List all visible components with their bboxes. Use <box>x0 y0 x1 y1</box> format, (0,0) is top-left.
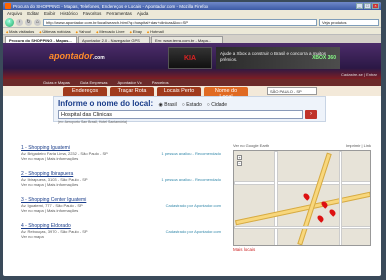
state-select[interactable]: SÃO PAULO - SP <box>267 87 317 95</box>
maximize-button[interactable]: □ <box>364 3 371 9</box>
subnav-item[interactable]: Apontador Vc <box>117 80 141 85</box>
search-panel: Informe o nome do local: Brasil Estado C… <box>53 96 326 124</box>
home-button[interactable]: ⌂ <box>34 18 41 26</box>
scope-radios: Brasil Estado Cidade <box>159 102 227 108</box>
subnav-item[interactable]: Parceiros <box>152 80 169 85</box>
address-bar[interactable]: http://www.apontador.com.br/local/search… <box>43 18 317 26</box>
tab-enderecos[interactable]: Endereços <box>63 87 107 96</box>
zoom-in-button[interactable]: + <box>237 155 242 160</box>
menu-item[interactable]: Exibir <box>44 11 55 16</box>
site-subnav: Guias e Mapas Guia Empresas Apontador Vc… <box>3 79 381 86</box>
map-view[interactable]: + − <box>233 150 371 246</box>
site-header: apontador.com KIA Ajude a Xbox a constru… <box>3 43 381 79</box>
zoom-control: + − <box>237 155 242 166</box>
menu-item[interactable]: Ferramentas <box>106 11 132 16</box>
bookmark-item[interactable]: Hotmail <box>147 29 164 34</box>
back-button[interactable]: ‹ <box>5 17 14 27</box>
search-hint: (ex: Aeroporto San Brasil, Hotel Santamó… <box>58 120 128 124</box>
radio-brasil[interactable]: Brasil <box>159 102 177 108</box>
map-header-link[interactable]: Ver no Google Earth <box>233 143 269 148</box>
subnav-item[interactable]: Guia Empresas <box>80 80 108 85</box>
menu-item[interactable]: Favoritos <box>83 11 102 16</box>
more-places-link[interactable]: Mais locais <box>233 247 371 252</box>
result-rating[interactable]: 1 pessoa avaliou - Recomendado <box>161 177 221 182</box>
zoom-out-button[interactable]: − <box>237 161 242 166</box>
menu-bar: Arquivo Editar Exibir Histórico Favorito… <box>3 10 381 17</box>
list-item: 1 - Shopping Iguatemi Av. Brigadeiro Far… <box>21 145 221 171</box>
title-bar: Procura do SHOPPING - Mapas, Telefones, … <box>3 2 381 10</box>
place-name-input[interactable]: Hospital das Clinicas <box>58 110 303 119</box>
site-logo[interactable]: apontador.com <box>49 51 105 61</box>
map-panel: Ver no Google Earth Imprimir | Link + − <box>233 143 371 259</box>
radio-estado[interactable]: Estado <box>182 102 202 108</box>
browser-window: Procura do SHOPPING - Mapas, Telefones, … <box>3 2 381 276</box>
map-marker[interactable] <box>328 208 337 217</box>
bookmarks-bar: Mais visitados Últimas notícias Yahoo! M… <box>3 28 381 35</box>
result-links[interactable]: Ver no mapa <box>21 234 221 239</box>
navigation-bar: ‹ › ↻ ⌂ http://www.apontador.com.br/loca… <box>3 17 381 28</box>
list-item: 4 - Shopping Eldorado Av. Rebouças, 3970… <box>21 223 221 249</box>
forward-button[interactable]: › <box>16 18 23 26</box>
bookmark-item[interactable]: Mercado Livre <box>96 29 124 34</box>
menu-item[interactable]: Editar <box>27 11 39 16</box>
search-input[interactable]: Veja produtos <box>319 18 379 26</box>
bookmark-item[interactable]: Ebay <box>130 29 142 34</box>
minimize-button[interactable]: _ <box>356 3 363 9</box>
search-button[interactable]: › <box>305 110 317 119</box>
results-list: 1 - Shopping Iguatemi Av. Brigadeiro Far… <box>21 145 221 249</box>
map-marker[interactable] <box>302 192 311 201</box>
result-rating[interactable]: Cadastrado por Apontador.com <box>166 229 221 234</box>
menu-item[interactable]: Histórico <box>60 11 78 16</box>
search-label: Informe o nome do local: <box>58 99 154 108</box>
reload-button[interactable]: ↻ <box>25 18 32 26</box>
ad-text: Ajude a Xbox a construir o Brasil e conc… <box>220 51 327 62</box>
map-marker[interactable] <box>316 214 325 223</box>
bookmark-item[interactable]: Mais visitados <box>6 29 34 34</box>
close-button[interactable]: × <box>372 3 379 9</box>
user-links[interactable]: Cadastre-se | Entrar <box>341 72 377 77</box>
result-links[interactable]: Ver no mapa | Mais informações <box>21 156 221 161</box>
menu-item[interactable]: Arquivo <box>7 11 22 16</box>
browser-tab[interactable]: Procura do SHOPPING - Mapas... <box>5 36 77 43</box>
result-rating[interactable]: Cadastrado por Apontador.com <box>166 203 221 208</box>
firefox-icon <box>5 3 11 9</box>
browser-tab-strip: Procura do SHOPPING - Mapas... Apontador… <box>3 35 381 43</box>
menu-item[interactable]: Ajuda <box>137 11 149 16</box>
browser-tab[interactable]: Em: www.terra.com.br - Mapa... <box>151 36 223 43</box>
search-tabs: Endereços Traçar Rota Locais Perto Nome … <box>3 86 381 100</box>
list-item: 2 - Shopping Ibirapuera Av. Ibirapuera, … <box>21 171 221 197</box>
tab-tracar-rota[interactable]: Traçar Rota <box>110 87 154 96</box>
window-title: Procura do SHOPPING - Mapas, Telefones, … <box>13 3 209 9</box>
bookmark-item[interactable]: Últimas notícias <box>39 29 70 34</box>
ad-banner-kia[interactable]: KIA <box>168 47 212 69</box>
result-rating[interactable]: 1 pessoa avaliou - Recomendado <box>161 151 221 156</box>
map-print-link[interactable]: Imprimir | Link <box>346 143 371 148</box>
result-links[interactable]: Ver no mapa | Mais informações <box>21 182 221 187</box>
result-links[interactable]: Ver no mapa | Mais informações <box>21 208 221 213</box>
web-page: apontador.com KIA Ajude a Xbox a constru… <box>3 43 381 265</box>
tab-nome-do-local[interactable]: Nome do Local <box>204 87 248 100</box>
tab-locais-perto[interactable]: Locais Perto <box>157 87 201 96</box>
bookmark-item[interactable]: Yahoo! <box>76 29 91 34</box>
ad-banner-xbox[interactable]: Ajude a Xbox a construir o Brasil e conc… <box>216 47 340 69</box>
subnav-item[interactable]: Guias e Mapas <box>43 80 70 85</box>
xbox-logo: XBOX 360 <box>312 55 336 61</box>
browser-tab[interactable]: Apontador 2.0 - Navegador GPS <box>78 36 150 43</box>
radio-cidade[interactable]: Cidade <box>207 102 227 108</box>
list-item: 3 - Shopping Center Iguatemi Av. Iguatem… <box>21 197 221 223</box>
